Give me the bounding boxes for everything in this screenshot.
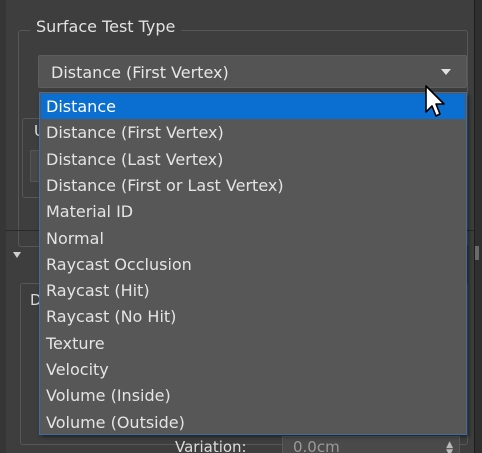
dropdown-option[interactable]: Distance (First or Last Vertex) (41, 173, 465, 198)
variation-value: 0.0cm (293, 438, 340, 453)
dropdown-option[interactable]: Normal (41, 226, 465, 251)
dropdown-option[interactable]: Material ID (41, 199, 465, 224)
surface-test-type-dropdown[interactable]: Distance (First Vertex) (38, 55, 467, 88)
chevron-down-icon[interactable] (441, 69, 451, 75)
dropdown-option[interactable]: Distance (Last Vertex) (41, 147, 465, 172)
dropdown-option[interactable]: Raycast Occlusion (41, 252, 465, 277)
mouse-cursor-icon (425, 85, 445, 117)
dropdown-option[interactable]: Raycast (No Hit) (41, 304, 465, 329)
variation-label: Variation: (175, 438, 247, 453)
scrollbar-thumb[interactable] (475, 246, 479, 260)
dropdown-option[interactable]: Texture (41, 331, 465, 356)
dropdown-option[interactable]: Velocity (41, 357, 465, 382)
dropdown-option[interactable]: Distance (41, 94, 465, 119)
rollout-collapse-icon[interactable] (13, 252, 21, 258)
dropdown-selected-value: Distance (First Vertex) (51, 63, 229, 82)
surface-test-type-list: Distance Distance (First Vertex) Distance … (39, 92, 467, 435)
dropdown-option[interactable]: Volume (Inside) (41, 383, 465, 408)
spinner-arrows-icon[interactable]: ▲ ▼ (446, 441, 453, 453)
variation-spinner[interactable]: 0.0cm ▲ ▼ (282, 436, 460, 453)
panel-left-edge (0, 0, 6, 453)
group-title: Surface Test Type (30, 17, 182, 36)
dropdown-option[interactable]: Volume (Outside) (41, 410, 465, 435)
dropdown-option[interactable]: Raycast (Hit) (41, 278, 465, 303)
parameters-panel: Surface Test Type Distance (First Vertex… (0, 0, 482, 453)
dropdown-option[interactable]: Distance (First Vertex) (41, 120, 465, 145)
scrollbar-track[interactable] (474, 0, 482, 453)
